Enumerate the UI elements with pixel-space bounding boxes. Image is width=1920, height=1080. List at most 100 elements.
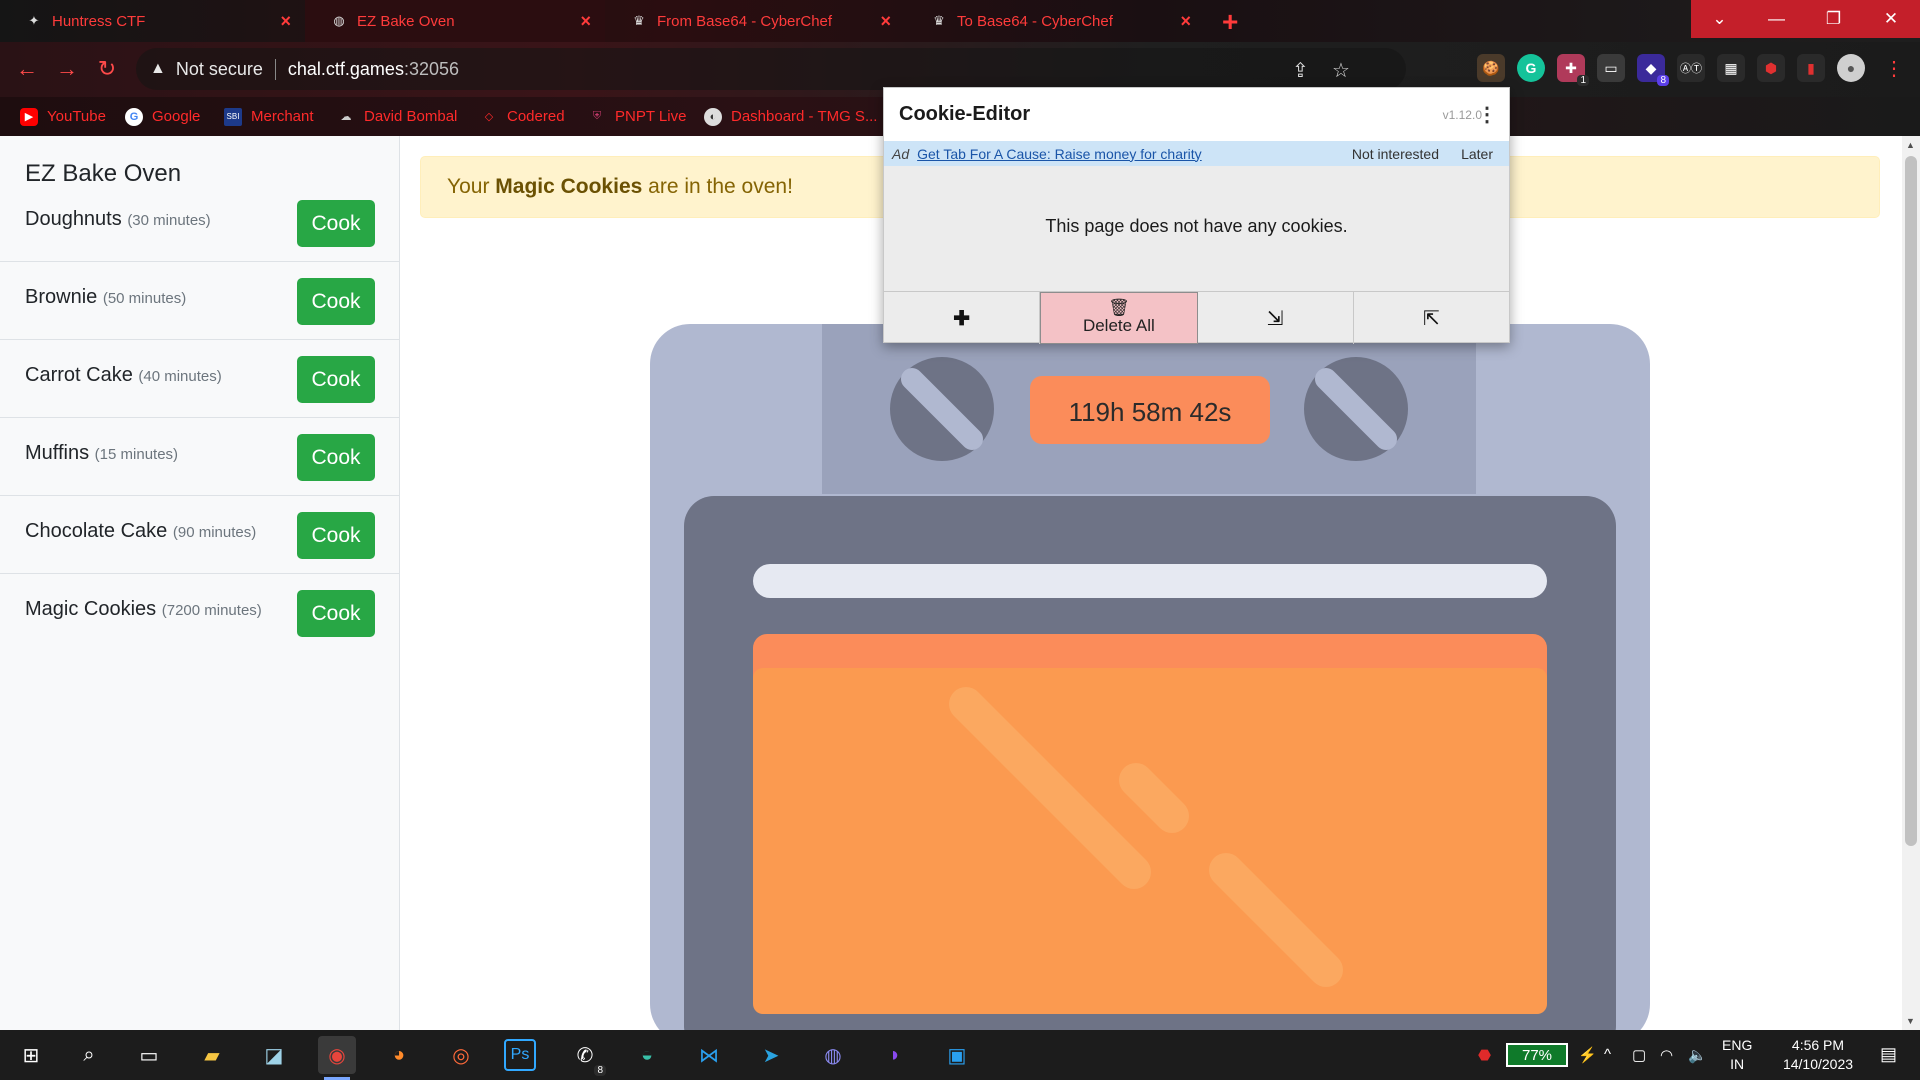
lang-line1: ENG xyxy=(1722,1037,1753,1053)
tab-label: To Base64 - CyberChef xyxy=(957,12,1113,30)
oven-illustration: 119h 58m 42s xyxy=(650,324,1650,1030)
item-name: Brownie xyxy=(25,286,98,308)
bookmark-merchant[interactable]: SBI Merchant xyxy=(224,97,314,136)
bookmark-david-bombal[interactable]: ☁ David Bombal xyxy=(337,97,458,136)
bookmark-dashboard[interactable]: ◐ Dashboard - TMG S... xyxy=(704,97,877,136)
share-icon[interactable]: ⇪ xyxy=(1292,58,1309,83)
system-clock[interactable]: 4:56 PM 14/10/2023 xyxy=(1768,1036,1868,1074)
chrome-icon[interactable]: ◉ xyxy=(318,1036,356,1080)
extension-icon[interactable]: ◆ 8 xyxy=(1637,54,1669,86)
grammarly-icon[interactable]: G xyxy=(1517,54,1545,82)
cook-button[interactable]: Cook xyxy=(297,200,375,247)
bookmark-pnpt-live[interactable]: ⛨ PNPT Live xyxy=(588,97,687,136)
back-button[interactable]: ← xyxy=(12,54,42,84)
clock-time: 4:56 PM xyxy=(1791,1037,1845,1053)
reload-button[interactable]: ↻ xyxy=(92,54,122,84)
forward-button[interactable]: → xyxy=(52,54,82,84)
antivirus-tray-icon[interactable]: ⬣ xyxy=(1478,1046,1491,1064)
bookmark-label: Codered xyxy=(507,108,565,125)
scroll-up-arrow[interactable]: ▲ xyxy=(1906,140,1915,150)
tab-to-base64[interactable]: ♛ To Base64 - CyberChef × xyxy=(905,0,1205,42)
address-bar[interactable]: ▲ Not secure chal.ctf.games:32056 ⇪ ☆ xyxy=(136,48,1406,90)
tab-search-button[interactable]: ⌄ xyxy=(1691,0,1748,38)
tab-ez-bake-oven[interactable]: ◍ EZ Bake Oven × xyxy=(305,0,605,42)
cook-button[interactable]: Cook xyxy=(297,356,375,403)
bookmark-star-icon[interactable]: ☆ xyxy=(1332,58,1350,83)
whatsapp-icon[interactable]: ✆ 8 xyxy=(566,1036,606,1076)
search-icon[interactable]: ⌕ xyxy=(70,1036,108,1074)
close-window-button[interactable]: ✕ xyxy=(1862,0,1920,38)
language-indicator[interactable]: ENG IN xyxy=(1722,1036,1752,1074)
security-label[interactable]: Not secure xyxy=(176,58,276,80)
browser-menu-icon[interactable]: ⋮ xyxy=(1880,54,1908,82)
export-button[interactable]: ⇱ xyxy=(1354,292,1509,344)
extension-icon[interactable]: ✚ 1 xyxy=(1557,54,1589,86)
vscode-icon[interactable]: ⋈ xyxy=(690,1036,728,1074)
bookmark-google[interactable]: G Google xyxy=(125,97,200,136)
empty-cookies-message: This page does not have any cookies. xyxy=(1045,216,1348,236)
list-item-muffins: Muffins (15 minutes) Cook xyxy=(0,418,400,496)
extension-icon[interactable]: ⬢ xyxy=(1757,54,1785,82)
cookie-editor-popup: Cookie-Editor v1.12.0 ⋮ Ad Get Tab For A… xyxy=(883,87,1510,344)
minimize-button[interactable]: — xyxy=(1748,0,1805,38)
extension-icon[interactable]: ▭ xyxy=(1597,54,1625,82)
profile-avatar-icon[interactable]: ● xyxy=(1837,54,1865,82)
volume-icon[interactable]: 🔈 xyxy=(1688,1046,1707,1064)
windows-start-icon[interactable]: ⊞ xyxy=(12,1036,50,1074)
telegram-icon[interactable]: ➤ xyxy=(752,1036,790,1074)
delete-all-label: Delete All xyxy=(1082,316,1155,335)
page-scrollbar[interactable]: ▲ ▼ xyxy=(1902,136,1920,1030)
discord-icon[interactable]: ◍ xyxy=(814,1036,852,1074)
remote-desktop-icon[interactable]: ▣ xyxy=(938,1036,976,1074)
qr-code-icon[interactable]: ▦ xyxy=(1717,54,1745,82)
podcast-app-icon[interactable]: ◗ xyxy=(876,1036,914,1074)
plus-icon: ✚ xyxy=(953,307,970,330)
new-tab-button[interactable]: + xyxy=(1222,6,1238,38)
item-minutes: (7200 minutes) xyxy=(161,602,262,619)
power-plug-icon: ⚡ xyxy=(1578,1047,1597,1064)
task-view-icon[interactable]: ▭ xyxy=(130,1036,168,1074)
close-tab-icon[interactable]: × xyxy=(280,11,291,32)
cookie-editor-extension-icon[interactable]: 🍪 xyxy=(1477,54,1505,82)
popup-menu-icon[interactable]: ⋮ xyxy=(1477,102,1497,127)
tab-from-base64[interactable]: ♛ From Base64 - CyberChef × xyxy=(605,0,905,42)
close-tab-icon[interactable]: × xyxy=(1180,11,1191,32)
browser-app-icon[interactable]: ◎ xyxy=(442,1036,480,1074)
ad-later-button[interactable]: Later xyxy=(1461,146,1493,162)
ad-not-interested-button[interactable]: Not interested xyxy=(1352,146,1439,162)
edge-icon[interactable]: ◒ xyxy=(628,1036,666,1074)
ad-link[interactable]: Get Tab For A Cause: Raise money for cha… xyxy=(917,146,1202,162)
add-cookie-button[interactable]: ✚ xyxy=(884,292,1041,344)
import-button[interactable]: ⇲ xyxy=(1198,292,1354,344)
globe-icon: ◍ xyxy=(333,13,345,28)
list-item-magic-cookies: Magic Cookies (7200 minutes) Cook xyxy=(0,574,400,652)
cook-button[interactable]: Cook xyxy=(297,590,375,637)
cook-button[interactable]: Cook xyxy=(297,278,375,325)
delete-all-button[interactable]: 🗑 Delete All xyxy=(1040,292,1198,344)
file-explorer-icon[interactable]: ▰ xyxy=(193,1036,231,1074)
extension-icon[interactable]: ▮ xyxy=(1797,54,1825,82)
scroll-thumb[interactable] xyxy=(1905,156,1917,846)
extension-icon[interactable]: ⒶⓉ xyxy=(1677,54,1705,82)
restore-button[interactable]: ❐ xyxy=(1805,0,1862,38)
bookmark-codered[interactable]: ◇ Codered xyxy=(480,97,565,136)
webcam-icon[interactable]: ▢ xyxy=(1632,1046,1646,1064)
scroll-down-arrow[interactable]: ▼ xyxy=(1906,1016,1915,1026)
bookmark-label: David Bombal xyxy=(364,108,458,125)
bookmark-label: Merchant xyxy=(251,108,314,125)
cook-button[interactable]: Cook xyxy=(297,512,375,559)
notes-app-icon[interactable]: ◪ xyxy=(255,1036,293,1074)
battery-indicator[interactable]: 77% xyxy=(1506,1043,1568,1067)
merchant-icon: SBI xyxy=(224,107,242,126)
cook-button[interactable]: Cook xyxy=(297,434,375,481)
firefox-icon[interactable]: ◕ xyxy=(380,1036,418,1074)
bookmark-youtube[interactable]: ▶ YouTube xyxy=(20,97,106,136)
close-tab-icon[interactable]: × xyxy=(580,11,591,32)
wifi-icon[interactable]: ◠ xyxy=(1660,1046,1673,1064)
notifications-icon[interactable]: ▤ xyxy=(1880,1044,1897,1065)
tab-huntress-ctf[interactable]: ✦ Huntress CTF × xyxy=(0,0,305,42)
chef-hat-icon: ♛ xyxy=(933,13,945,28)
close-tab-icon[interactable]: × xyxy=(880,11,891,32)
tray-chevron-icon[interactable]: ^ xyxy=(1604,1046,1611,1063)
photoshop-icon[interactable]: Ps xyxy=(504,1039,536,1071)
